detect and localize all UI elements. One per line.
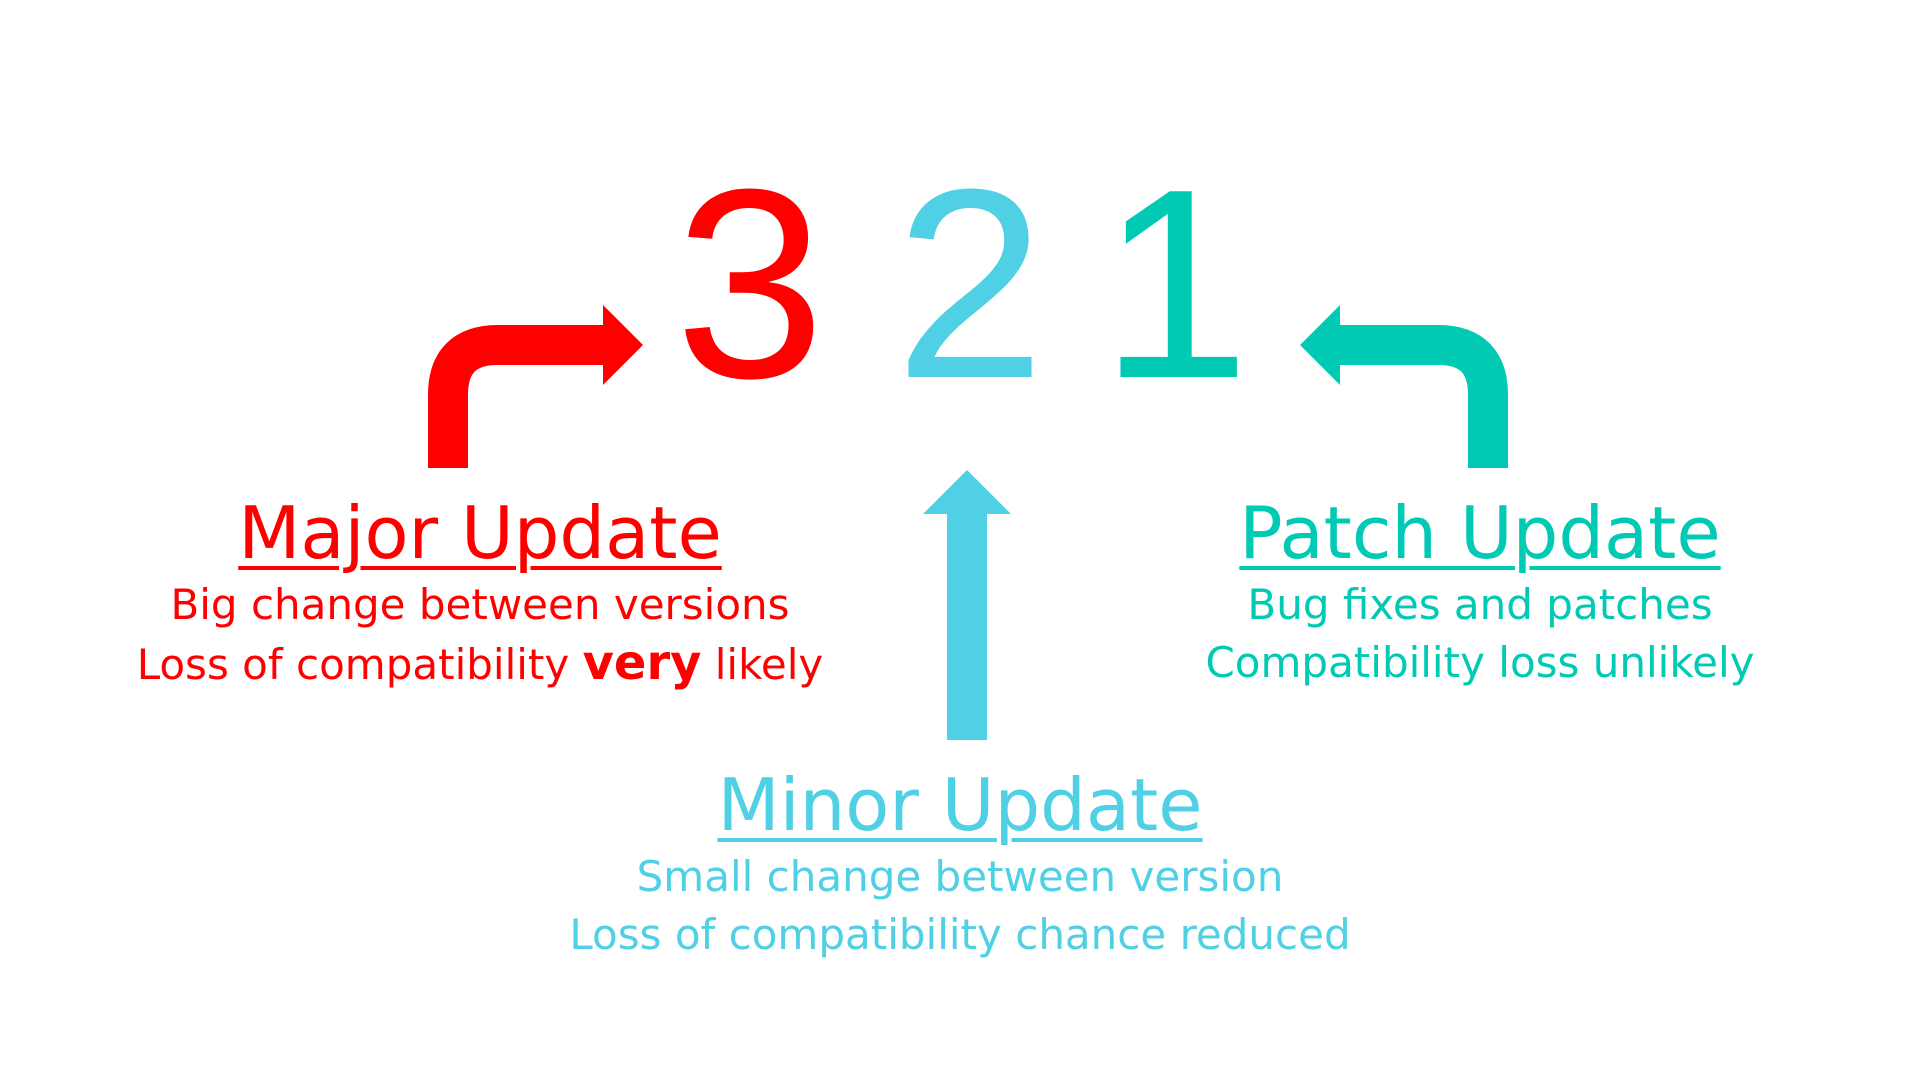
- minor-update-title: Minor Update: [717, 763, 1203, 847]
- major-line2-suffix: likely: [701, 640, 824, 689]
- minor-update-line2: Loss of compatibility chance reduced: [569, 910, 1351, 959]
- major-update-line1: Big change between versions: [170, 580, 790, 629]
- major-line2-prefix: Loss of compatibility: [136, 640, 583, 689]
- patch-update-line1: Bug fixes and patches: [1247, 580, 1713, 629]
- minor-update-line1: Small change between version: [636, 852, 1284, 901]
- minor-update-block: Minor Update Small change between versio…: [470, 762, 1450, 964]
- major-version-digit: 3: [674, 134, 826, 435]
- bent-arrow-up-left-icon: [1300, 305, 1508, 468]
- major-update-block: Major Update Big change between versions…: [60, 490, 900, 694]
- patch-update-title: Patch Update: [1239, 491, 1721, 575]
- arrow-up-icon: [923, 470, 1011, 740]
- minor-version-digit: 2: [894, 134, 1046, 435]
- patch-update-block: Patch Update Bug fixes and patches Compa…: [1060, 490, 1900, 692]
- patch-version-digit: 1: [1099, 134, 1251, 435]
- major-update-title: Major Update: [238, 491, 722, 575]
- major-line2-emphasis: very: [582, 635, 702, 691]
- bent-arrow-up-right-icon: [428, 305, 643, 468]
- major-update-line2: Loss of compatibility very likely: [60, 634, 900, 694]
- patch-update-line2: Compatibility loss unlikely: [1205, 638, 1755, 687]
